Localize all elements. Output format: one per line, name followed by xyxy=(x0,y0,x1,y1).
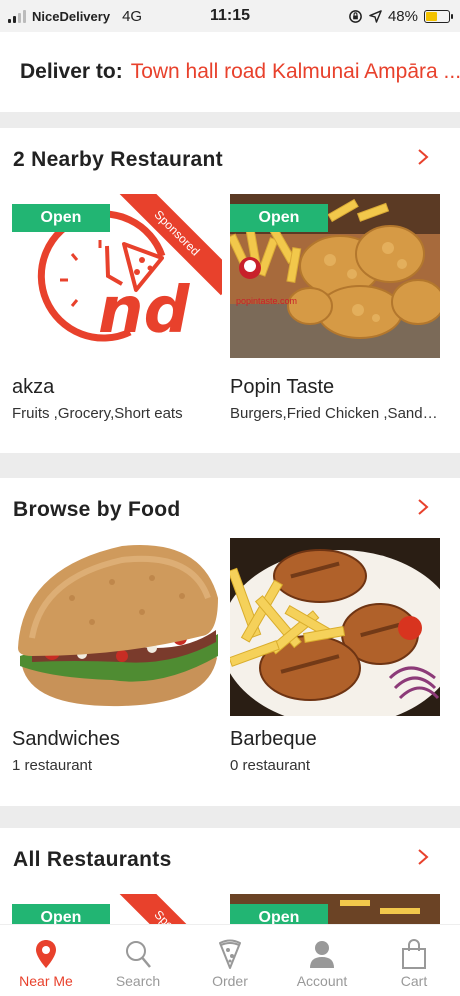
logo-text: nd xyxy=(98,274,191,348)
restaurant-card[interactable]: Open Sponsored xyxy=(12,894,222,928)
restaurant-logo: nd Open Sponsored xyxy=(12,194,222,358)
restaurant-card[interactable]: popintaste.com Open Popin Taste Burgers,… xyxy=(230,194,440,422)
location-pin-icon xyxy=(36,940,56,968)
restaurant-name: akza xyxy=(12,376,55,398)
nav-near-me[interactable]: Near Me xyxy=(0,925,92,996)
restaurant-name: Popin Taste xyxy=(230,376,335,398)
status-right-group: 48% xyxy=(348,7,453,25)
status-bar: NiceDelivery 4G 11:15 48% xyxy=(0,0,460,32)
restaurant-categories: Fruits ,Grocery,Short eats xyxy=(12,405,183,422)
food-category-card[interactable]: Sandwiches 1 restaurant xyxy=(12,538,222,774)
delivery-address[interactable]: Town hall road Kalmunai Ampāra ... xyxy=(131,60,460,84)
orientation-lock-icon xyxy=(349,9,362,23)
food-restaurant-count: 1 restaurant xyxy=(12,757,93,774)
nav-label: Cart xyxy=(400,973,428,989)
signal-icon xyxy=(8,9,26,23)
section-title: All Restaurants xyxy=(13,848,172,871)
food-name: Sandwiches xyxy=(12,728,120,750)
watermark-text: popintaste.com xyxy=(236,296,297,306)
bottom-navigation: Near Me Search Order Account Cart xyxy=(0,924,460,996)
nav-label: Order xyxy=(212,973,248,989)
delivery-address-bar[interactable]: Deliver to: Town hall road Kalmunai Ampā… xyxy=(0,32,460,112)
restaurant-card[interactable]: Open xyxy=(230,894,440,928)
nav-label: Search xyxy=(115,973,161,989)
location-arrow-icon xyxy=(369,9,382,23)
search-icon xyxy=(126,941,151,968)
chevron-right-icon[interactable] xyxy=(414,148,432,166)
app-screen: NiceDelivery 4G 11:15 48% Deliver to: To… xyxy=(0,0,460,996)
browse-by-food-section: Browse by Food Sandwiches 1 restaurant B… xyxy=(0,478,460,806)
food-name: Barbeque xyxy=(230,728,317,750)
sponsored-ribbon: Sponsored xyxy=(114,894,222,928)
nav-order[interactable]: Order xyxy=(184,925,276,996)
section-title: Browse by Food xyxy=(13,498,181,521)
pizza-slice-icon xyxy=(219,939,241,969)
battery-percent: 48% xyxy=(387,7,418,25)
user-icon xyxy=(310,941,334,968)
food-restaurant-count: 0 restaurant xyxy=(230,757,311,774)
chevron-right-icon[interactable] xyxy=(414,848,432,866)
shopping-bag-icon xyxy=(402,939,426,969)
section-title: 2 Nearby Restaurant xyxy=(13,148,223,171)
nav-label: Near Me xyxy=(19,973,73,989)
nav-search[interactable]: Search xyxy=(92,925,184,996)
chevron-right-icon[interactable] xyxy=(414,498,432,516)
restaurant-card[interactable]: nd Open Sponsored akza Fruits ,Grocery,S… xyxy=(12,194,222,422)
sandwich-image xyxy=(12,538,222,716)
nav-label: Account xyxy=(296,973,348,989)
battery-icon xyxy=(424,9,453,23)
nearby-restaurants-section: 2 Nearby Restaurant nd Open Sponsored ak… xyxy=(0,128,460,453)
fried-chicken-image: popintaste.com Open xyxy=(230,194,440,358)
nav-account[interactable]: Account xyxy=(276,925,368,996)
carrier-name: NiceDelivery xyxy=(32,8,111,24)
open-badge: Open xyxy=(12,204,110,232)
all-restaurants-section: All Restaurants Open Sponsored Open xyxy=(0,828,460,928)
nav-cart[interactable]: Cart xyxy=(368,925,460,996)
restaurant-categories: Burgers,Fried Chicken ,Sandwiches xyxy=(230,405,438,422)
network-type: 4G xyxy=(122,7,143,25)
deliver-label: Deliver to: xyxy=(20,60,123,83)
food-category-card[interactable]: Barbeque 0 restaurant xyxy=(230,538,440,774)
barbeque-image xyxy=(230,538,440,716)
open-badge: Open xyxy=(230,204,328,232)
